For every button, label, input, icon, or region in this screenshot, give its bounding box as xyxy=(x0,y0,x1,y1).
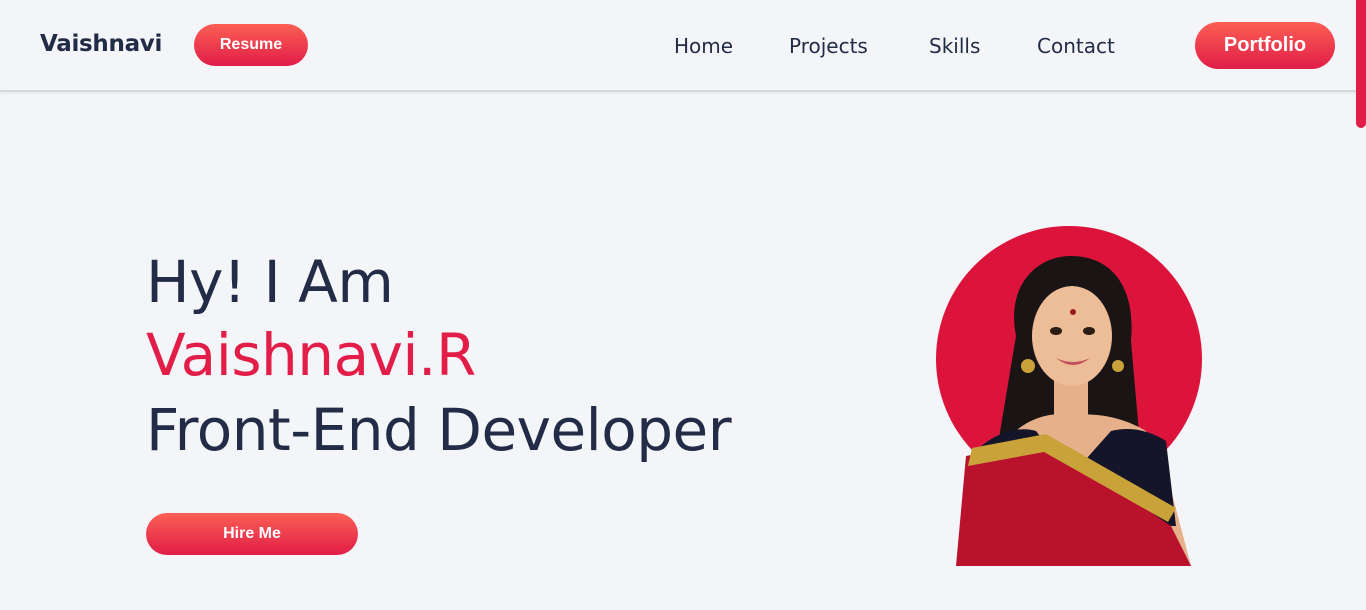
hero-name: Vaishnavi.R xyxy=(146,321,476,389)
nav-skills[interactable]: Skills xyxy=(929,34,980,58)
scrollbar-thumb[interactable] xyxy=(1356,0,1366,128)
nav-home[interactable]: Home xyxy=(674,34,733,58)
nav-projects[interactable]: Projects xyxy=(789,34,868,58)
brand-logo[interactable]: Vaishnavi xyxy=(40,31,162,57)
hero-greeting: Hy! I Am xyxy=(146,248,394,316)
navbar: Vaishnavi Resume Home Projects Skills Co… xyxy=(0,0,1366,92)
resume-button[interactable]: Resume xyxy=(194,24,308,66)
hire-me-button[interactable]: Hire Me xyxy=(146,513,358,555)
nav-contact[interactable]: Contact xyxy=(1037,34,1115,58)
profile-photo xyxy=(956,256,1191,566)
portfolio-button[interactable]: Portfolio xyxy=(1195,22,1335,69)
hero-role: Front-End Developer xyxy=(146,396,732,464)
